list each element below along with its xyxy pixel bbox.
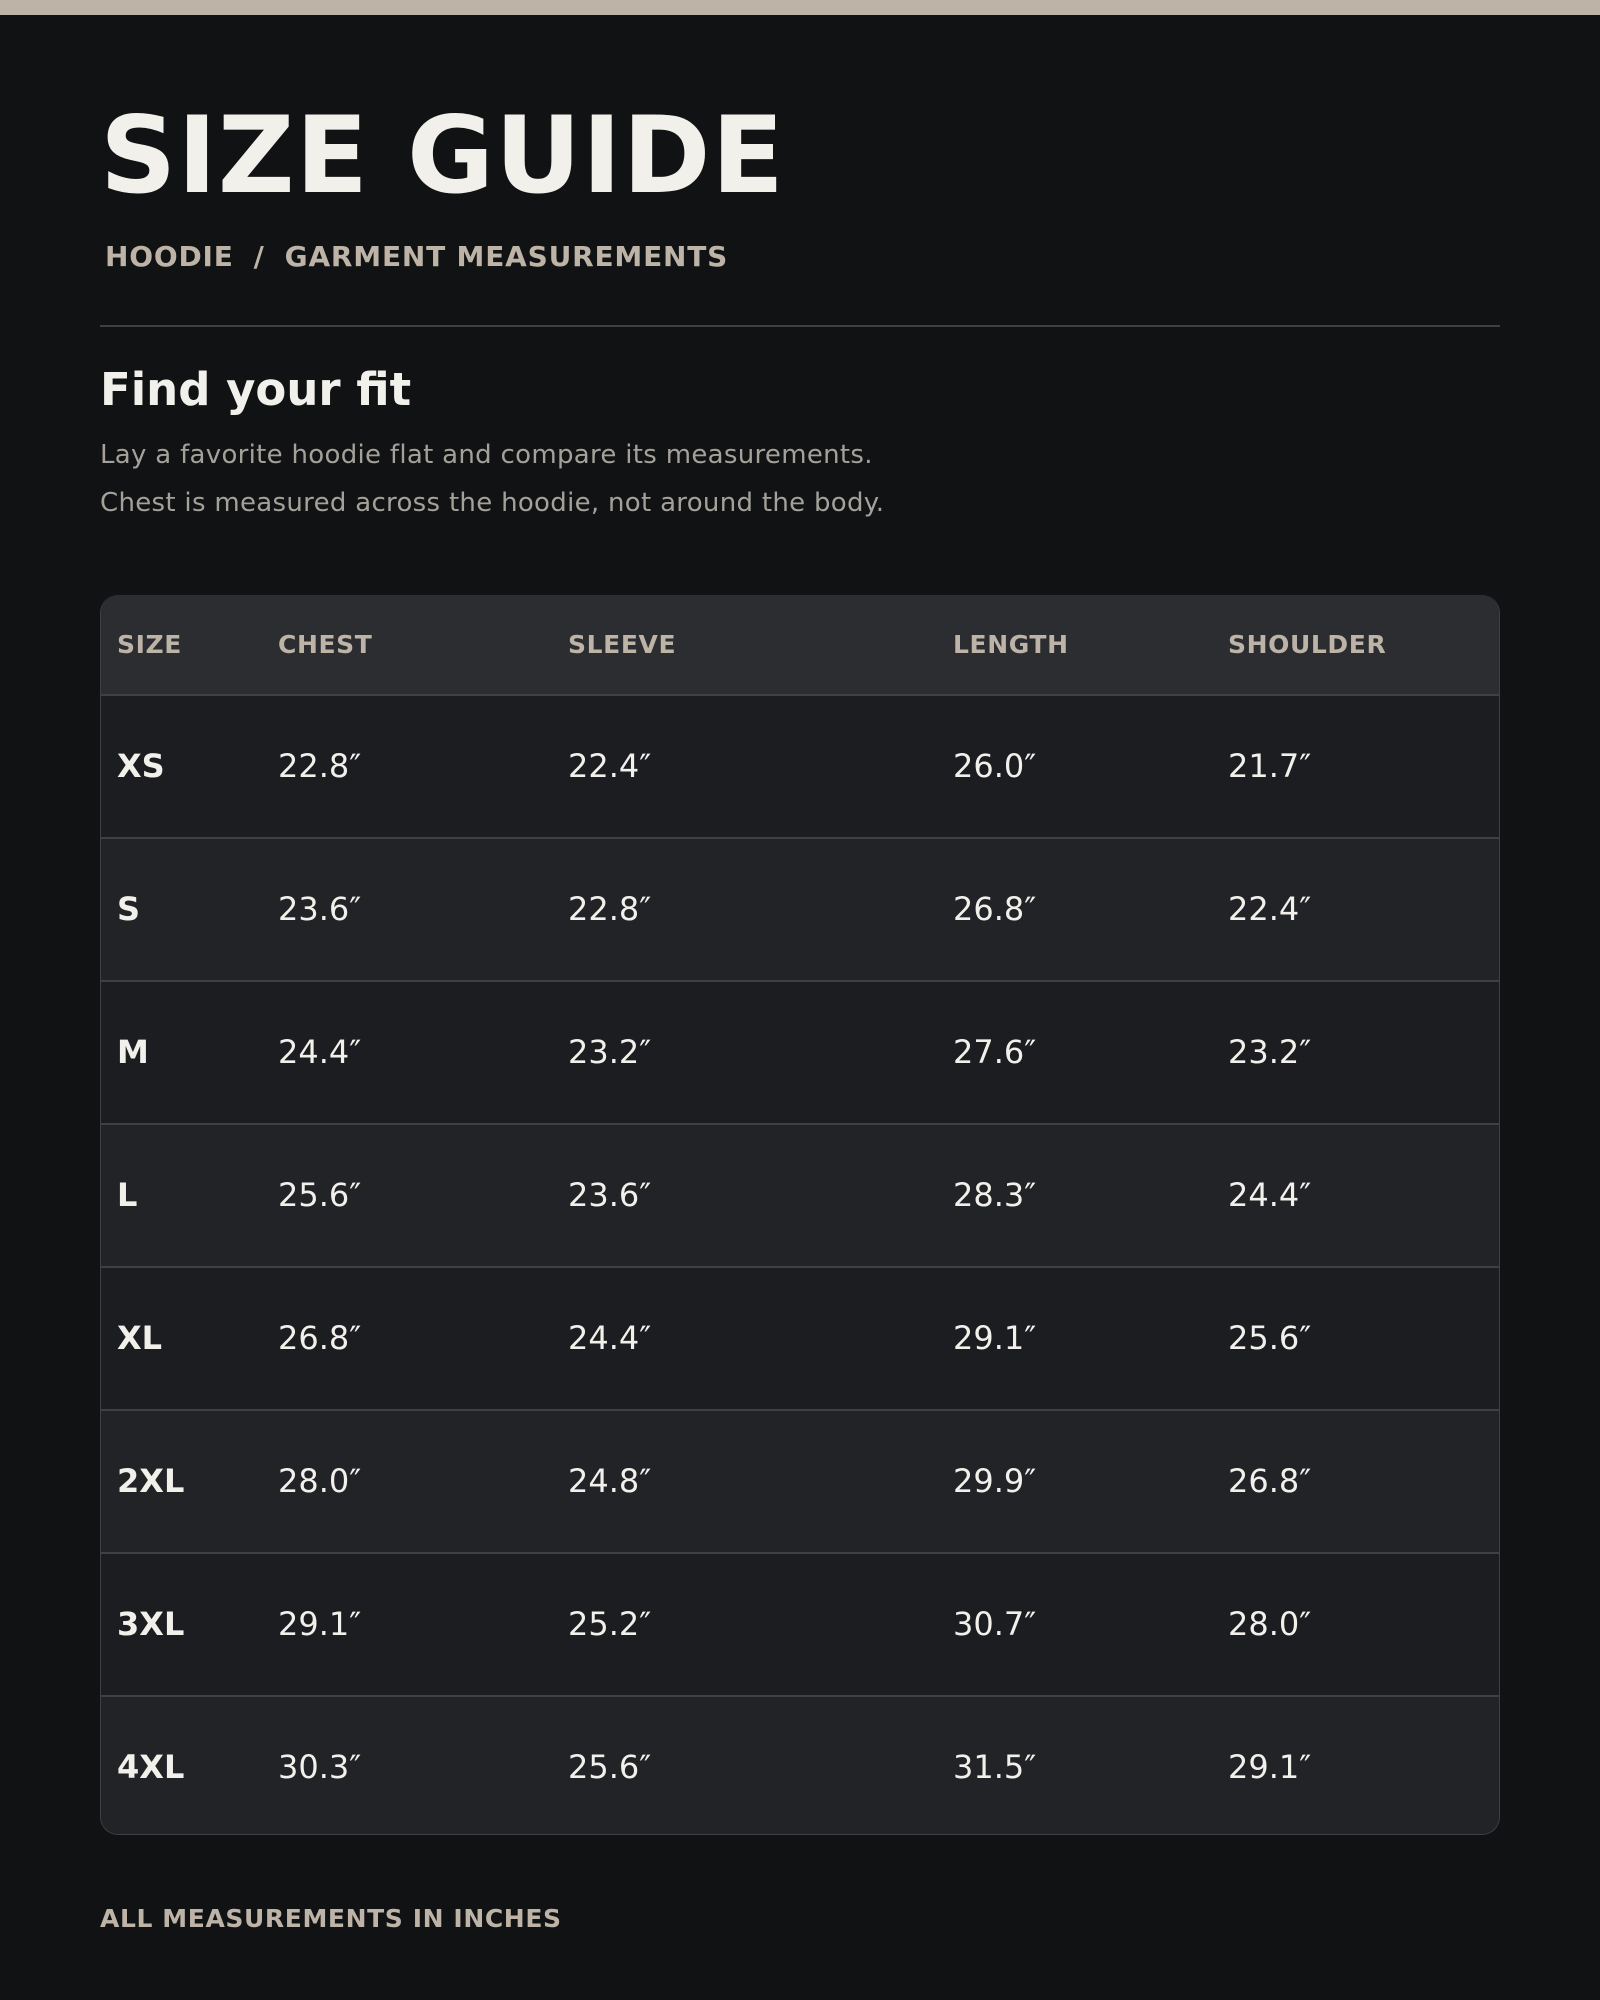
breadcrumb-section: GARMENT MEASUREMENTS [284,240,729,273]
shoulder-cell: 24.4″ [1228,1176,1312,1214]
sleeve-cell: 23.2″ [568,1033,652,1071]
size-cell: S [117,890,141,928]
chest-cell: 24.4″ [278,1033,362,1071]
page-title: SIZE GUIDE [100,94,785,217]
length-cell: 26.0″ [953,747,1037,785]
chest-cell: 30.3″ [278,1748,362,1786]
length-cell: 29.1″ [953,1319,1037,1357]
shoulder-cell: 29.1″ [1228,1748,1312,1786]
breadcrumb: HOODIE / GARMENT MEASUREMENTS [105,240,728,273]
sleeve-cell: 22.8″ [568,890,652,928]
shoulder-cell: 26.8″ [1228,1462,1312,1500]
size-table: SIZE CHEST SLEEVE LENGTH SHOULDER XS 22.… [100,595,1500,1835]
sleeve-cell: 24.4″ [568,1319,652,1357]
shoulder-cell: 23.2″ [1228,1033,1312,1071]
length-cell: 31.5″ [953,1748,1037,1786]
length-cell: 28.3″ [953,1176,1037,1214]
length-cell: 30.7″ [953,1605,1037,1643]
chest-cell: 29.1″ [278,1605,362,1643]
table-row: S 23.6″ 22.8″ 26.8″ 22.4″ [101,839,1499,982]
table-row: 3XL 29.1″ 25.2″ 30.7″ 28.0″ [101,1554,1499,1697]
column-header-length: LENGTH [953,630,1069,659]
fit-heading: Find your fit [100,363,412,416]
size-cell: M [117,1033,149,1071]
column-header-sleeve: SLEEVE [568,630,677,659]
sleeve-cell: 25.2″ [568,1605,652,1643]
size-cell: XS [117,747,165,785]
table-row: L 25.6″ 23.6″ 28.3″ 24.4″ [101,1125,1499,1268]
top-accent-bar [0,0,1600,15]
length-cell: 27.6″ [953,1033,1037,1071]
header-divider [100,325,1500,327]
column-header-chest: CHEST [278,630,373,659]
table-row: 2XL 28.0″ 24.8″ 29.9″ 26.8″ [101,1411,1499,1554]
shoulder-cell: 28.0″ [1228,1605,1312,1643]
size-cell: L [117,1176,138,1214]
table-row: XS 22.8″ 22.4″ 26.0″ 21.7″ [101,696,1499,839]
sleeve-cell: 22.4″ [568,747,652,785]
shoulder-cell: 25.6″ [1228,1319,1312,1357]
fit-description-line-1: Lay a favorite hoodie flat and compare i… [100,440,873,470]
sleeve-cell: 25.6″ [568,1748,652,1786]
length-cell: 26.8″ [953,890,1037,928]
chest-cell: 25.6″ [278,1176,362,1214]
chest-cell: 26.8″ [278,1319,362,1357]
shoulder-cell: 22.4″ [1228,890,1312,928]
column-header-size: SIZE [117,630,182,659]
sleeve-cell: 24.8″ [568,1462,652,1500]
length-cell: 29.9″ [953,1462,1037,1500]
size-cell: XL [117,1319,163,1357]
size-cell: 4XL [117,1748,185,1786]
shoulder-cell: 21.7″ [1228,747,1312,785]
size-cell: 3XL [117,1605,185,1643]
size-cell: 2XL [117,1462,185,1500]
column-header-shoulder: SHOULDER [1228,630,1387,659]
sleeve-cell: 23.6″ [568,1176,652,1214]
table-row: 4XL 30.3″ 25.6″ 31.5″ 29.1″ [101,1697,1499,1834]
breadcrumb-product: HOODIE [105,240,234,273]
chest-cell: 22.8″ [278,747,362,785]
table-row: XL 26.8″ 24.4″ 29.1″ 25.6″ [101,1268,1499,1411]
breadcrumb-separator: / [253,240,265,273]
chest-cell: 23.6″ [278,890,362,928]
table-row: M 24.4″ 23.2″ 27.6″ 23.2″ [101,982,1499,1125]
chest-cell: 28.0″ [278,1462,362,1500]
fit-description-line-2: Chest is measured across the hoodie, not… [100,488,885,518]
footer-note: ALL MEASUREMENTS IN INCHES [100,1904,562,1933]
table-header-row: SIZE CHEST SLEEVE LENGTH SHOULDER [101,595,1499,696]
